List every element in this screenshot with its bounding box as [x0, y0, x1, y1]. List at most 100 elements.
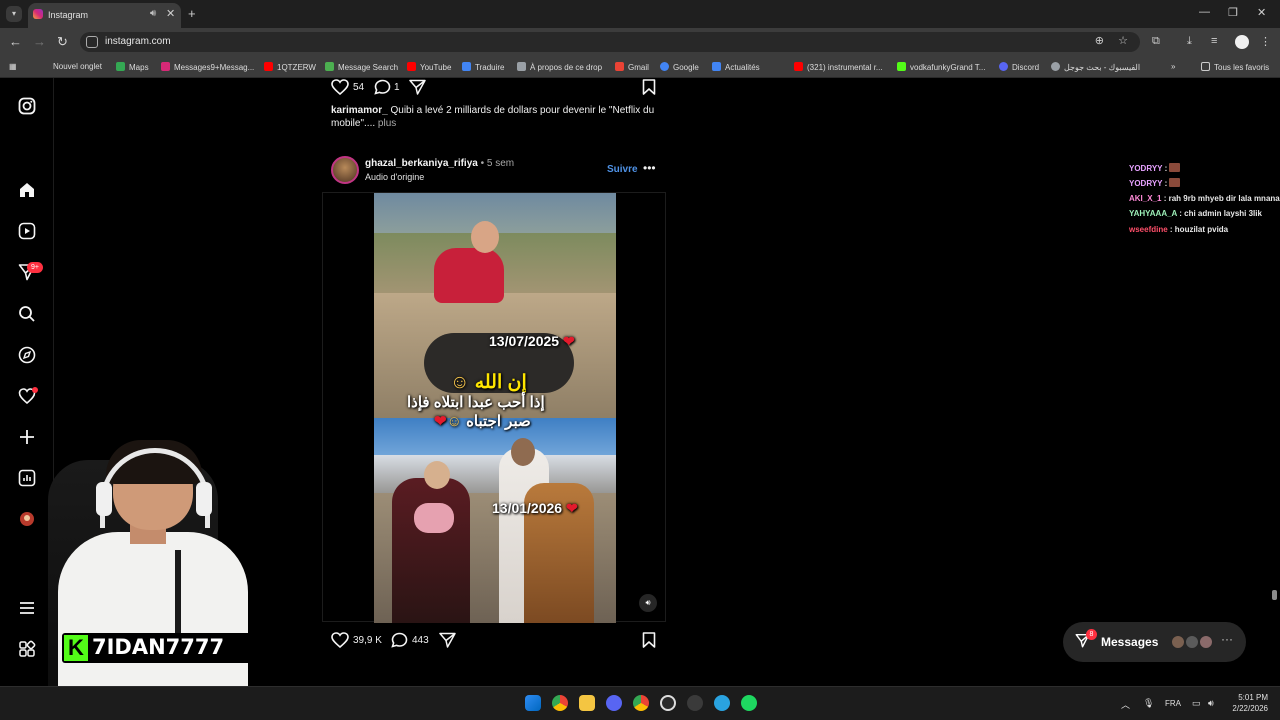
- instagram-logo-icon[interactable]: [17, 97, 37, 117]
- messages-dock-button[interactable]: 8 Messages ···: [1063, 622, 1246, 662]
- site-info-icon[interactable]: [86, 36, 98, 48]
- bookmark-item[interactable]: Actualités: [712, 62, 760, 72]
- tab-title: Instagram: [48, 10, 89, 20]
- all-bookmarks-folder[interactable]: Tous les favoris: [1201, 62, 1269, 72]
- previous-post-comments: 1: [394, 82, 400, 93]
- messages-badge: 8: [1086, 629, 1097, 640]
- bookmark-item[interactable]: Gmail: [615, 62, 649, 72]
- input-language[interactable]: FRA: [1165, 699, 1181, 708]
- comment-icon[interactable]: [374, 79, 391, 98]
- headset-cup: [196, 482, 212, 516]
- bookmark-item[interactable]: (321) instrumental r...: [794, 62, 883, 72]
- search-icon[interactable]: [17, 305, 37, 325]
- save-bookmark-icon[interactable]: [642, 79, 656, 98]
- notification-dot: [32, 387, 38, 393]
- post-username[interactable]: ghazal_berkaniya_rifiya: [365, 158, 478, 169]
- bookmark-item[interactable]: Message Search: [325, 62, 398, 72]
- post-media[interactable]: 13/07/2025 ❤ ☺ إن الله إذا أحب عبدا ابتل…: [322, 192, 666, 623]
- share-icon[interactable]: [409, 79, 426, 98]
- bookmark-item[interactable]: vodkafunkyGrand T...: [897, 62, 985, 72]
- bookmark-item[interactable]: Messages9+Messag...: [161, 62, 254, 72]
- back-icon[interactable]: ←: [9, 34, 22, 49]
- bookmark-item[interactable]: الفيسبوك - بحث جوجل: [1051, 62, 1140, 72]
- apps-icon[interactable]: ▦: [9, 62, 17, 71]
- chat-message: YAHYAAA_A : chi admin layshi 3lik: [1129, 209, 1262, 218]
- post-author-avatar[interactable]: [331, 156, 359, 184]
- share-icon[interactable]: [439, 632, 456, 651]
- minimize-button[interactable]: —: [1199, 6, 1210, 18]
- caption-username[interactable]: karimamor_: [331, 105, 388, 116]
- previous-post-likes: 54: [353, 82, 365, 93]
- tray-overflow-icon[interactable]: ︿: [1121, 698, 1130, 711]
- scrollbar-thumb[interactable]: [1272, 590, 1277, 600]
- caption-more-link[interactable]: plus: [378, 118, 396, 129]
- system-clock[interactable]: 5:01 PM 2/22/2026: [1224, 692, 1268, 714]
- app-icon[interactable]: [687, 695, 703, 711]
- microphone-icon[interactable]: 🎙︎: [1143, 698, 1154, 709]
- chrome-icon[interactable]: [552, 695, 568, 711]
- like-icon[interactable]: [331, 79, 349, 98]
- bookmark-item[interactable]: Nouvel onglet: [53, 62, 102, 71]
- bookmarks-overflow-icon[interactable]: »: [1171, 62, 1175, 71]
- bookmark-item[interactable]: Google: [660, 62, 699, 72]
- new-tab-button[interactable]: +: [188, 6, 196, 21]
- telegram-icon[interactable]: [714, 695, 730, 711]
- bookmark-item[interactable]: 1QTZERW: [264, 62, 316, 72]
- post-audio-link[interactable]: Audio d'origine: [365, 172, 424, 182]
- post-header-line: ghazal_berkaniya_rifiya • 5 sem: [365, 158, 514, 169]
- instagram-favicon-icon: [33, 9, 43, 19]
- reload-icon[interactable]: ↻: [57, 34, 68, 50]
- chrome-icon[interactable]: [633, 695, 649, 711]
- discord-icon[interactable]: [606, 695, 622, 711]
- close-window-button[interactable]: ✕: [1257, 6, 1266, 19]
- file-explorer-icon[interactable]: [579, 695, 595, 711]
- man-head: [511, 438, 535, 466]
- windows-taskbar: ︿ 🎙︎ FRA ▭ 🔊︎ 5:01 PM 2/22/2026: [0, 686, 1280, 720]
- bookmark-star-icon[interactable]: ☆: [1118, 34, 1128, 47]
- chat-message: YODRYY :: [1129, 178, 1181, 188]
- comment-icon[interactable]: [391, 632, 408, 651]
- follow-button[interactable]: Suivre: [607, 164, 638, 175]
- zoom-icon[interactable]: ⊕: [1095, 34, 1104, 47]
- boy-figure: [434, 248, 504, 303]
- save-bookmark-icon[interactable]: [642, 632, 656, 651]
- reels-icon[interactable]: [17, 222, 37, 242]
- obs-icon[interactable]: [660, 695, 676, 711]
- chrome-menu-icon[interactable]: ⋮: [1260, 35, 1271, 48]
- chat-message: AKI_X_1 : rah 9rb mhyeb dir lala mnana: [1129, 194, 1280, 203]
- avatar: [1171, 635, 1185, 649]
- bookmark-item[interactable]: Traduire: [462, 62, 505, 72]
- reel-video[interactable]: 13/07/2025 ❤ ☺ إن الله إذا أحب عبدا ابتل…: [374, 193, 616, 623]
- url-text[interactable]: instagram.com: [105, 36, 171, 47]
- spotify-icon[interactable]: [741, 695, 757, 711]
- downloads-icon[interactable]: ⤓: [1187, 35, 1192, 48]
- emote-icon: [1169, 178, 1181, 187]
- kick-logo-icon: K: [64, 635, 88, 661]
- tab-search-button[interactable]: ▾: [6, 6, 22, 22]
- start-button-icon[interactable]: [525, 695, 541, 711]
- post-time: • 5 sem: [480, 158, 515, 169]
- forward-icon[interactable]: →: [33, 34, 46, 49]
- bookmark-item[interactable]: À propos de ce drop: [517, 62, 602, 72]
- tab-close-button[interactable]: ✕: [166, 7, 175, 20]
- address-bar[interactable]: instagram.com ⊕ ☆: [80, 32, 1140, 52]
- like-icon[interactable]: [331, 632, 349, 651]
- media-controls-icon[interactable]: ≡: [1211, 35, 1217, 47]
- restore-button[interactable]: ❐: [1228, 6, 1238, 19]
- browser-toolbar: ← → ↻ instagram.com ⊕ ☆ ⧉ ⤓ ≡ ⋮: [0, 28, 1280, 56]
- extensions-icon[interactable]: ⧉: [1152, 35, 1160, 48]
- bookmark-item[interactable]: Discord: [999, 62, 1039, 72]
- kick-channel-banner: K 7IDAN7777: [62, 633, 262, 663]
- bookmark-item[interactable]: Maps: [116, 62, 149, 72]
- tab-audio-icon[interactable]: 🔊︎: [150, 8, 156, 19]
- network-icon[interactable]: ▭: [1192, 698, 1201, 709]
- mute-toggle-icon[interactable]: 🔊︎: [639, 594, 657, 612]
- profile-avatar[interactable]: [1235, 35, 1249, 49]
- bookmark-item[interactable]: YouTube: [407, 62, 451, 72]
- post-comments: 443: [412, 635, 429, 646]
- explore-icon[interactable]: [17, 346, 37, 366]
- home-icon[interactable]: [17, 181, 37, 201]
- browser-tab-instagram[interactable]: Instagram 🔊︎ ✕: [28, 3, 181, 28]
- post-options-icon[interactable]: •••: [643, 161, 656, 175]
- volume-icon[interactable]: 🔊︎: [1208, 698, 1214, 709]
